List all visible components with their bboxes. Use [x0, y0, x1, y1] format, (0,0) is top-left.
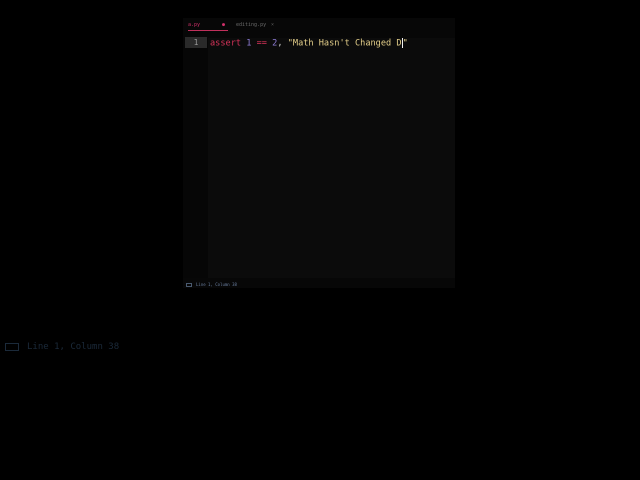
- zoomed-cursor-position: Line 1, Column 38: [27, 342, 120, 352]
- code-editor[interactable]: assert 1 == 2, "Math Hasn't Changed D": [208, 38, 455, 278]
- keyword-assert: assert: [210, 38, 242, 49]
- panel-toggle-icon: [5, 343, 19, 351]
- active-tab-underline: [188, 30, 228, 31]
- panel-toggle-icon[interactable]: [186, 283, 192, 287]
- tab-a-py[interactable]: a.py ●: [188, 20, 228, 31]
- status-bar: Line 1, Column 38: [183, 280, 455, 290]
- tab-label: editing.py: [236, 22, 267, 28]
- tab-label: a.py: [188, 22, 201, 28]
- operator-equals: ==: [256, 38, 267, 49]
- number-literal-left: 1: [246, 38, 252, 49]
- tab-editing-py[interactable]: editing.py ×: [236, 20, 281, 30]
- string-literal-close: ": [402, 38, 408, 49]
- screen: a.py ● editing.py × 1 assert 1 == 2, "Ma…: [0, 0, 640, 480]
- editor-window: a.py ● editing.py × 1 assert 1 == 2, "Ma…: [183, 18, 455, 288]
- line-gutter: [183, 38, 208, 278]
- close-icon[interactable]: ×: [271, 20, 274, 30]
- tab-bar: a.py ● editing.py ×: [183, 18, 455, 31]
- code-line[interactable]: assert 1 == 2, "Math Hasn't Changed D": [210, 38, 408, 49]
- cursor-position[interactable]: Line 1, Column 38: [196, 280, 237, 290]
- line-number: 1: [185, 37, 207, 48]
- string-literal: "Math Hasn't Changed: [287, 38, 397, 49]
- unsaved-dot-icon[interactable]: ●: [222, 20, 225, 30]
- comma: ,: [277, 38, 283, 49]
